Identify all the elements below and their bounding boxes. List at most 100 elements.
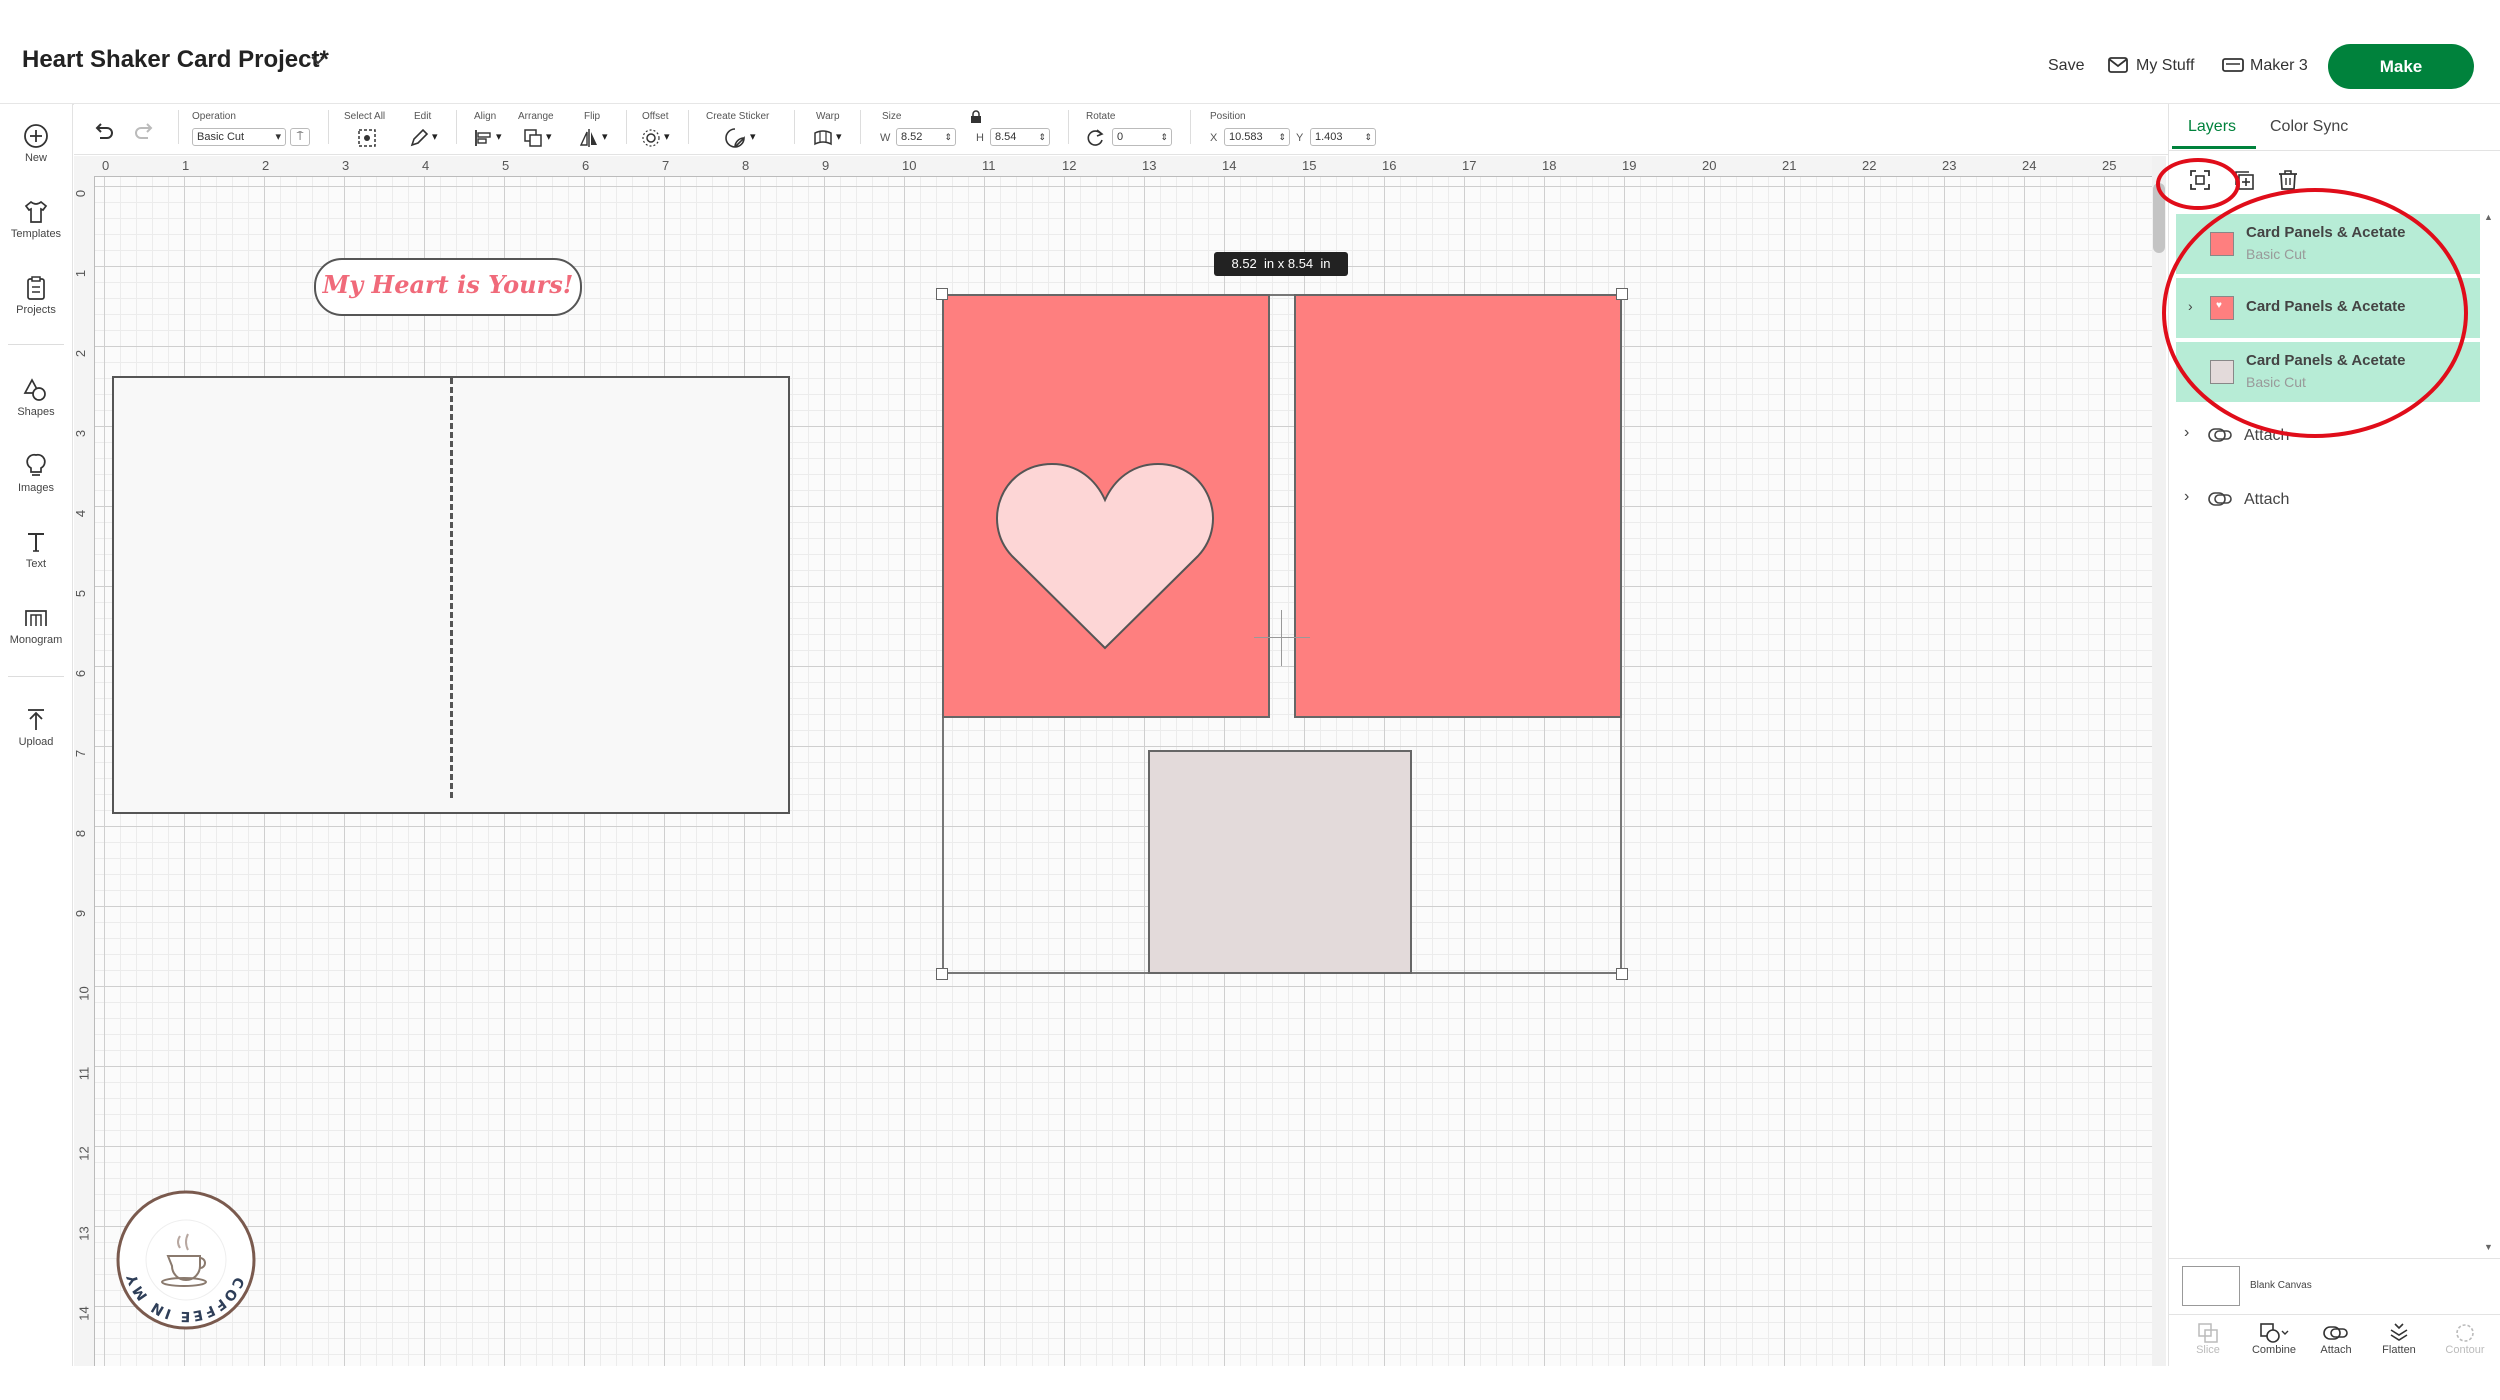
position-x-input[interactable]: 10.583 ⇕ [1224,128,1290,146]
stepper-icon[interactable]: ⇕ [1160,129,1168,145]
acetate-window[interactable] [1148,750,1412,974]
sticker-icon[interactable] [724,127,746,149]
rail-item-monogram[interactable]: Monogram [0,594,72,670]
select-all-icon[interactable] [356,127,378,149]
canvas-scrollbar[interactable] [2152,156,2166,1366]
rail-item-templates[interactable]: Templates [0,188,72,264]
score-line [450,378,453,798]
text-label-shape[interactable]: My Heart is Yours! [314,258,582,316]
machine-selector[interactable]: Maker 3 [2250,57,2308,75]
tab-color-sync[interactable]: Color Sync [2270,118,2348,136]
rotate-input[interactable]: 0 ⇕ [1112,128,1172,146]
ruler-top-number: 24 [2022,158,2037,173]
undo-icon[interactable] [92,120,114,142]
attach-icon [2208,492,2232,506]
ruler-top-number: 23 [1942,158,1957,173]
panel-divider [2168,1258,2500,1259]
toolbar-divider [1068,110,1069,144]
heart-shape[interactable] [994,460,1216,652]
combine-icon [2260,1323,2289,1343]
warp-icon[interactable] [812,127,834,149]
save-button[interactable]: Save [2048,57,2084,75]
resize-handle[interactable] [936,288,948,300]
scroll-up-icon[interactable]: ▲ [2484,212,2493,222]
ruler-top-number: 9 [822,158,830,173]
rail-label-new: New [24,152,47,164]
toolbar-divider [456,110,457,144]
dropdown-caret-icon[interactable]: ▾ [750,130,756,143]
tool-option-button[interactable]: ⍑ [290,128,310,146]
card-panel-right[interactable] [1294,294,1622,718]
pencil-icon[interactable] [408,127,430,149]
panel-scrollbar[interactable]: ▲ ▼ [2484,212,2493,1252]
arrange-icon[interactable] [522,127,544,149]
dropdown-caret-icon[interactable]: ▾ [432,130,438,143]
height-input[interactable]: 8.54 ⇕ [990,128,1050,146]
combine-label: Combine [2251,1344,2297,1356]
dropdown-caret-icon[interactable]: ▾ [602,130,608,143]
text-t-icon [28,533,44,552]
coffee-watermark-logo: COFFEE IN MY KITCHEN [116,1190,256,1330]
active-tab-indicator [2172,146,2256,149]
dropdown-caret-icon[interactable]: ▾ [496,130,502,143]
combine-button[interactable]: Combine [2246,1322,2302,1356]
make-button[interactable]: Make [2328,44,2474,89]
flatten-button[interactable]: Flatten [2376,1322,2422,1356]
rail-item-new[interactable]: New [0,112,72,188]
redo-icon[interactable] [134,120,156,142]
attach-label: Attach [2320,1344,2352,1356]
dropdown-caret-icon[interactable]: ▾ [664,130,670,143]
ruler-top-number: 17 [1462,158,1477,173]
stepper-icon[interactable]: ⇕ [944,129,952,145]
scroll-down-icon[interactable]: ▼ [2484,1242,2493,1252]
lock-icon[interactable] [970,110,982,124]
dropdown-caret-icon[interactable]: ▾ [546,130,552,143]
center-crosshair [1254,637,1310,638]
offset-icon[interactable] [640,127,662,149]
blank-canvas-thumbnail[interactable] [2182,1266,2240,1306]
lightbulb-icon [26,453,46,476]
contour-button[interactable]: Contour [2440,1322,2490,1356]
dropdown-caret-icon[interactable]: ▾ [836,130,842,143]
rail-item-shapes[interactable]: Shapes [0,366,72,442]
tab-layers[interactable]: Layers [2188,118,2236,136]
stepper-icon[interactable]: ⇕ [1278,129,1286,145]
position-y-value: 1.403 [1315,131,1343,143]
rail-item-projects[interactable]: Projects [0,264,72,340]
ruler-left-number: 12 [76,1146,92,1161]
ruler-top-number: 8 [742,158,750,173]
chevron-right-icon[interactable]: › [2184,488,2189,506]
rail-item-upload[interactable]: Upload [0,696,72,772]
chevron-down-icon[interactable] [310,52,326,68]
align-label: Align [474,111,497,122]
attach-button[interactable]: Attach [2316,1322,2356,1356]
project-title[interactable]: Heart Shaker Card Project* [22,46,329,74]
ruler-top-number: 5 [502,158,510,173]
flip-icon[interactable] [578,127,600,149]
height-label: H [976,132,984,144]
panel-divider [2168,150,2500,151]
slice-button[interactable]: Slice [2190,1322,2226,1356]
my-stuff-button[interactable]: My Stuff [2136,57,2194,75]
width-input[interactable]: 8.52 ⇕ [896,128,956,146]
operation-select[interactable]: Basic Cut ▾ [192,128,286,146]
resize-handle[interactable] [1616,288,1628,300]
toolbar-divider [328,110,329,144]
ruler-top-number: 10 [902,158,917,173]
position-y-input[interactable]: 1.403 ⇕ [1310,128,1376,146]
ruler-top-number: 11 [982,158,996,173]
flatten-label: Flatten [2382,1344,2416,1356]
resize-handle[interactable] [1616,968,1628,980]
rail-item-images[interactable]: Images [0,442,72,518]
stepper-icon[interactable]: ⇕ [1038,129,1046,145]
align-icon[interactable] [472,127,494,149]
rail-item-text[interactable]: Text [0,518,72,594]
ruler-top-number: 14 [1222,158,1237,173]
stepper-icon[interactable]: ⇕ [1364,129,1372,145]
edit-label: Edit [414,111,432,122]
slice-icon [2198,1323,2218,1343]
chevron-right-icon[interactable]: › [2184,424,2189,442]
resize-handle[interactable] [936,968,948,980]
attach-group-label[interactable]: Attach [2244,491,2289,509]
ruler-left-number: 13 [76,1226,92,1241]
